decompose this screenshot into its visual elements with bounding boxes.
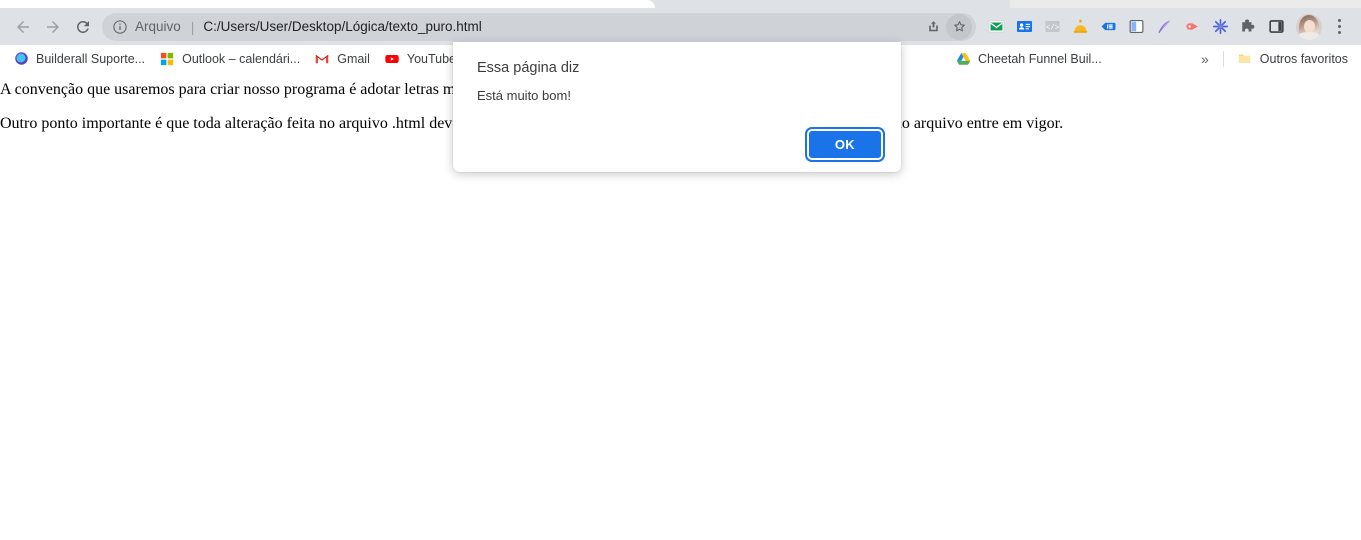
dialog-actions: OK <box>804 127 886 162</box>
dialog-ok-button[interactable]: OK <box>804 127 886 162</box>
dialog-title: Essa página diz <box>477 60 580 76</box>
bookmark-label: YouTube <box>406 51 456 66</box>
javascript-alert-dialog[interactable]: Essa página diz Está muito bom! OK <box>453 42 901 172</box>
bookmark-outlook-calendario[interactable]: Outlook – calendári... <box>152 48 307 70</box>
avatar-body <box>1298 31 1320 40</box>
bookmark-label: Gmail <box>337 51 370 66</box>
youtube-favicon <box>384 51 400 67</box>
bookmark-other-folder[interactable]: Outros favoritos <box>1230 48 1355 70</box>
kebab-dot <box>1337 25 1341 28</box>
reload-icon <box>76 20 89 33</box>
bookmark-label: Builderall Suporte... <box>36 51 146 66</box>
code-brackets-extension-icon[interactable]: </> <box>1038 13 1066 41</box>
blue-asterisk-extension-icon[interactable] <box>1206 13 1234 41</box>
tab-strip-right-area <box>1010 0 1361 8</box>
arrow-left-icon <box>17 20 29 33</box>
forward-button[interactable] <box>38 12 68 42</box>
builderall-favicon <box>13 51 29 67</box>
tab-strip <box>0 0 1361 8</box>
bookmark-youtube[interactable]: YouTube <box>377 48 463 70</box>
honey-extension-icon[interactable] <box>1066 13 1094 41</box>
profile-avatar[interactable] <box>1296 13 1322 40</box>
mail-extension-icon[interactable] <box>982 13 1010 41</box>
bookmark-label: Outros favoritos <box>1259 51 1348 66</box>
red-play-extension-icon[interactable] <box>1178 13 1206 41</box>
kebab-dot <box>1337 19 1341 22</box>
bookmark-gmail[interactable]: Gmail <box>307 48 377 70</box>
reload-button[interactable] <box>68 12 98 42</box>
blue-tag-extension-icon[interactable] <box>1094 13 1122 41</box>
bookmark-label: Outlook – calendári... <box>182 51 301 66</box>
bookmarks-overflow-button[interactable]: » <box>1193 51 1217 67</box>
bookmark-cheetah-funnel-builder[interactable]: Cheetah Funnel Buil... <box>948 48 1109 70</box>
kebab-dot <box>1337 31 1341 34</box>
outlook-favicon <box>159 51 175 67</box>
bookmark-label: Cheetah Funnel Buil... <box>978 51 1102 66</box>
avatar-face <box>1304 19 1315 33</box>
google-drive-favicon <box>955 51 971 67</box>
bookmark-builderall-suporte[interactable]: Builderall Suporte... <box>6 48 152 70</box>
back-button[interactable] <box>8 12 38 42</box>
extensions-tray: </> <box>982 13 1290 41</box>
purple-feather-extension-icon[interactable] <box>1150 13 1178 41</box>
folder-icon <box>1237 51 1253 67</box>
browser-toolbar: Arquivo | C:/Users/User/Desktop/Lógica/t… <box>0 8 1361 45</box>
puzzle-piece-icon[interactable] <box>1234 13 1262 41</box>
dialog-message: Está muito bom! <box>477 88 571 103</box>
svg-text:</>: </> <box>1045 24 1059 32</box>
omnibox-actions <box>920 13 972 40</box>
side-panel-icon[interactable] <box>1262 13 1290 41</box>
url-text[interactable]: C:/Users/User/Desktop/Lógica/texto_puro.… <box>203 19 916 34</box>
url-scheme-label: Arquivo <box>135 19 181 34</box>
bookmark-star-icon[interactable] <box>946 13 972 40</box>
omnibox-separator: | <box>190 18 195 35</box>
share-icon[interactable] <box>920 14 946 40</box>
info-circle-icon[interactable] <box>112 19 128 35</box>
clipboard-copy-extension-icon[interactable] <box>1122 13 1150 41</box>
bookmarks-divider <box>1222 50 1224 67</box>
address-bar[interactable]: Arquivo | C:/Users/User/Desktop/Lógica/t… <box>102 12 976 41</box>
gmail-favicon <box>314 51 330 67</box>
chrome-menu-kebab[interactable] <box>1325 13 1353 41</box>
contact-card-extension-icon[interactable] <box>1010 13 1038 41</box>
active-tab[interactable] <box>0 0 655 8</box>
arrow-right-icon <box>47 20 59 33</box>
